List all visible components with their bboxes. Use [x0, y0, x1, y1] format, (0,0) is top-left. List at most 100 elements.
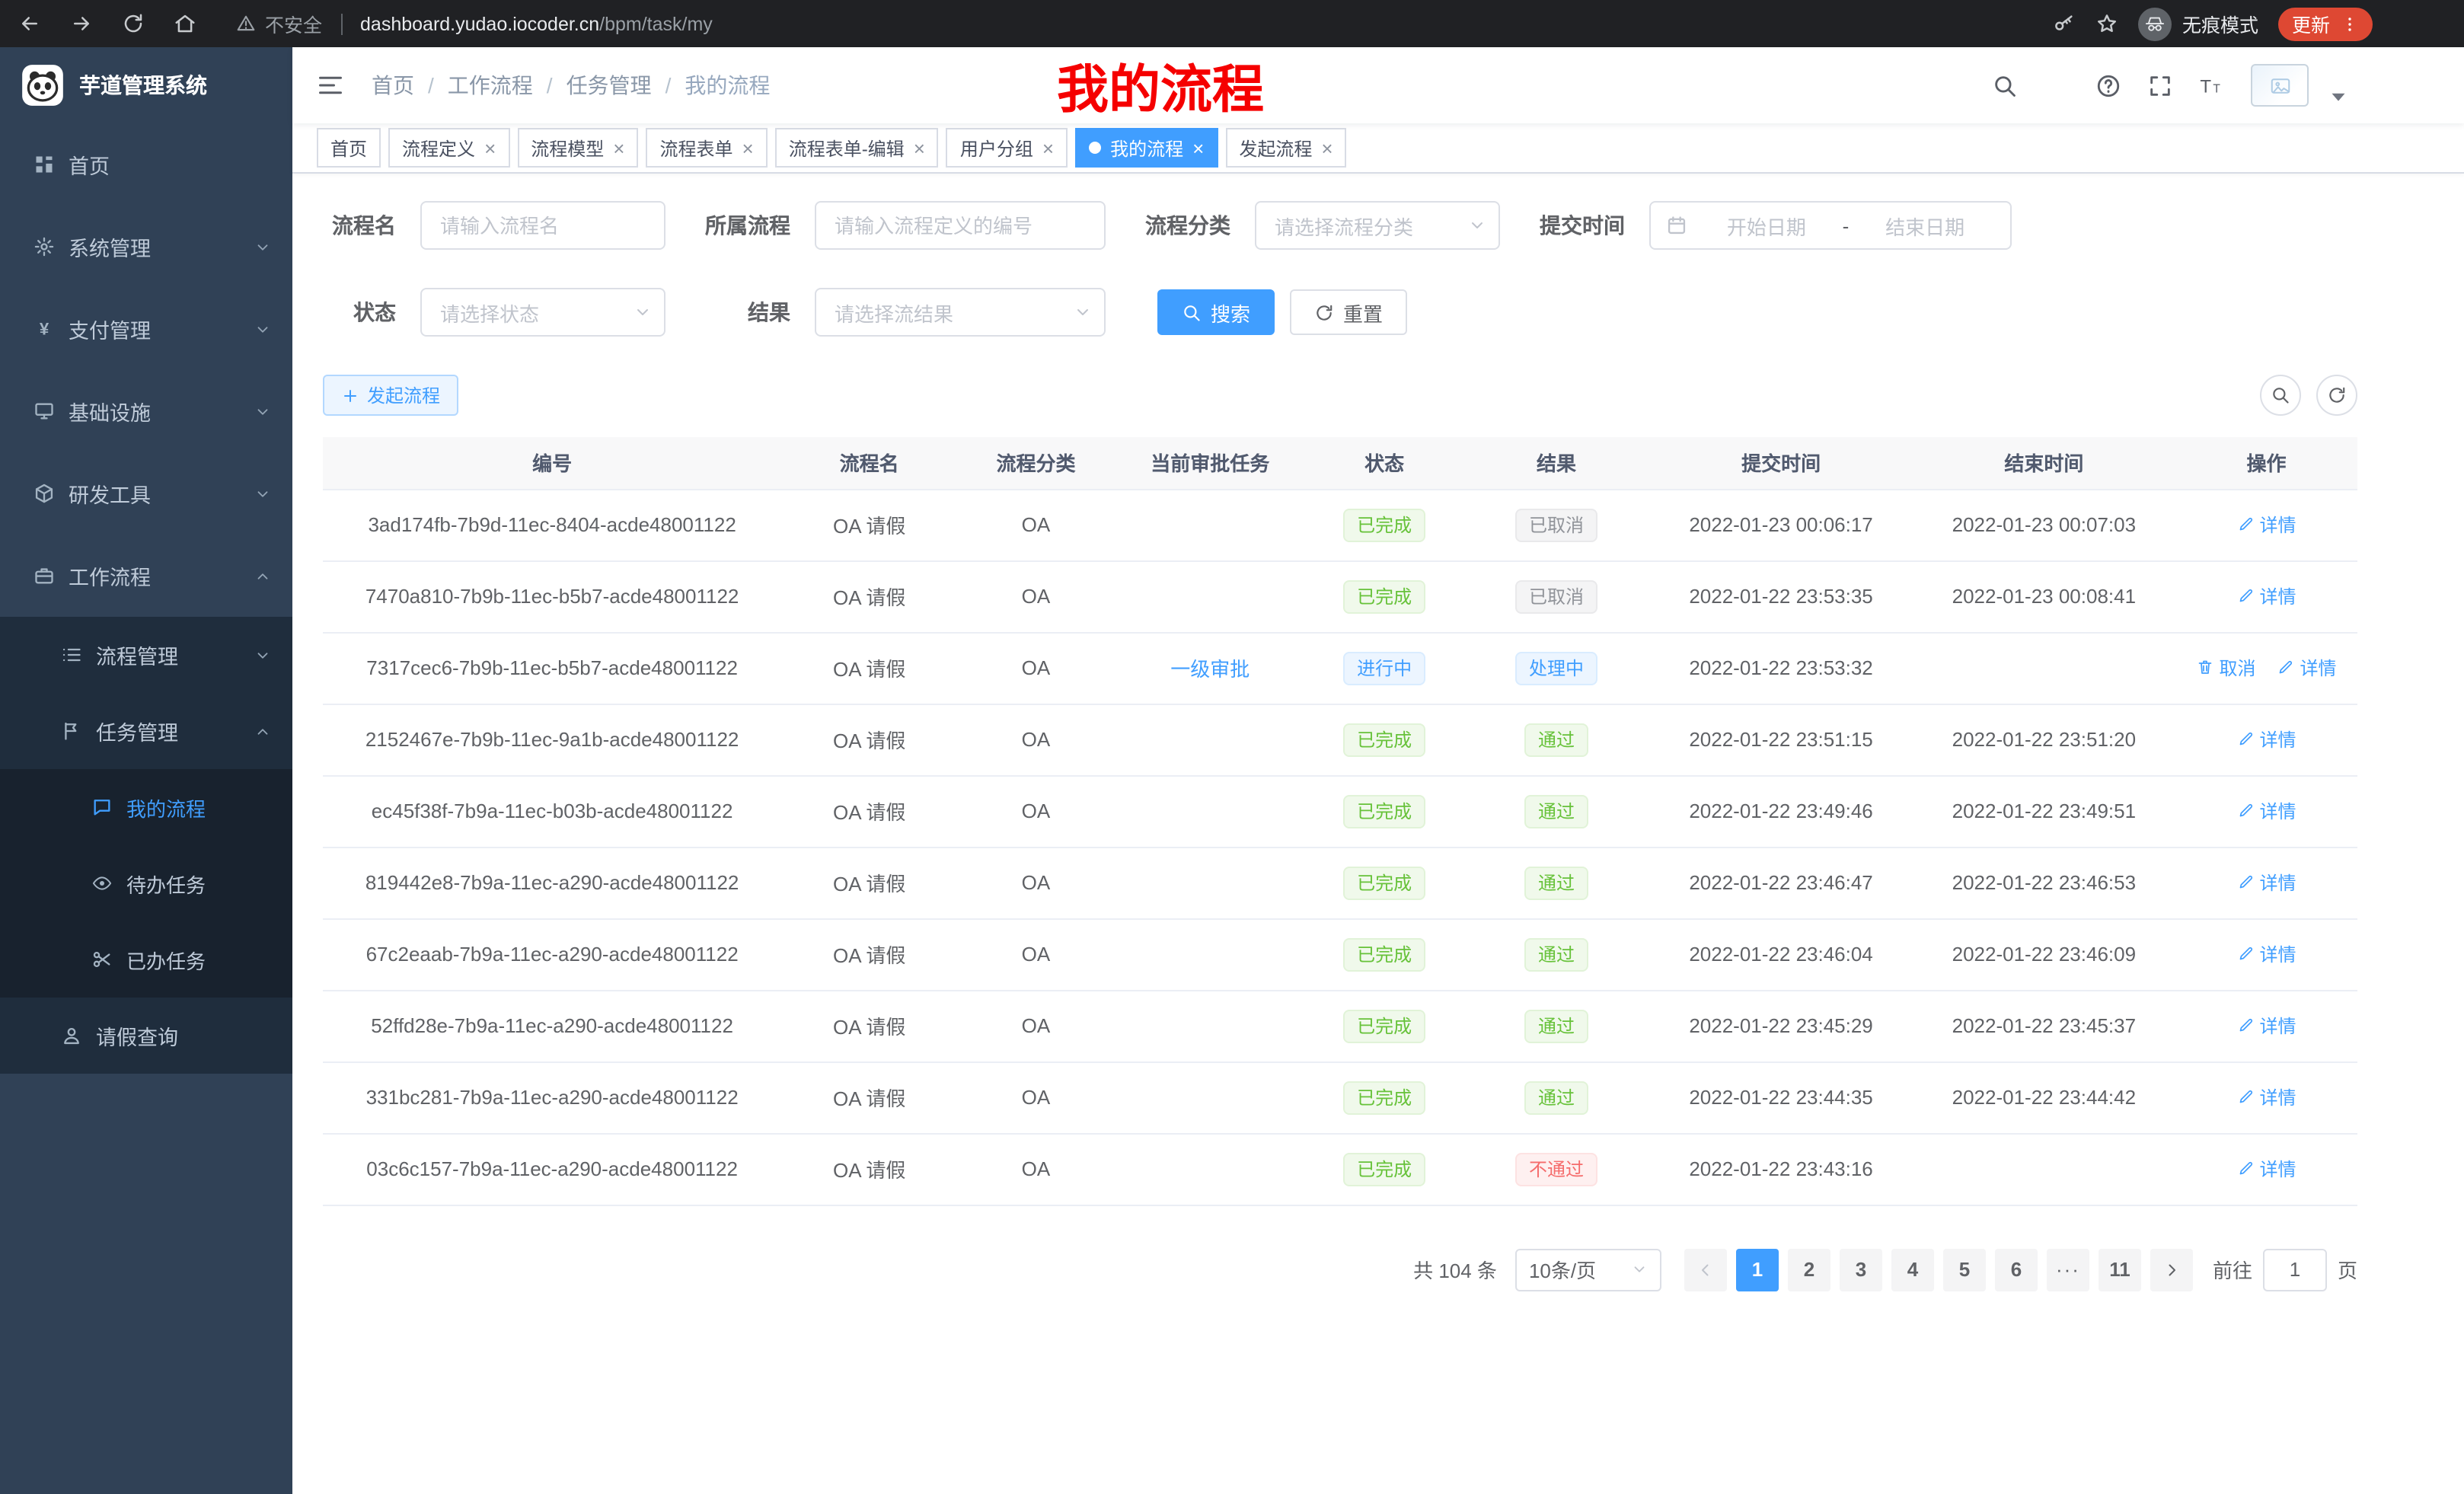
close-icon[interactable]: × [613, 138, 624, 158]
tab-发起流程[interactable]: 发起流程× [1225, 128, 1346, 168]
page-button-3[interactable]: 3 [1840, 1248, 1882, 1291]
hamburger-icon[interactable] [317, 72, 344, 99]
page-size-select[interactable]: 10条/页 [1515, 1248, 1661, 1291]
filter-label-status: 状态 [323, 297, 396, 327]
category-select[interactable]: 请选择流程分类 [1255, 201, 1500, 250]
sidebar-item-系统管理[interactable]: 系统管理 [0, 206, 292, 288]
close-icon[interactable]: × [914, 138, 925, 158]
help-icon[interactable] [2095, 72, 2121, 98]
result-select[interactable]: 请选择流结果 [815, 288, 1106, 337]
page-button-6[interactable]: 6 [1995, 1248, 2038, 1291]
avatar[interactable] [2251, 64, 2309, 107]
sidebar-item-已办任务[interactable]: 已办任务 [0, 921, 292, 998]
refresh-table-button[interactable] [2316, 375, 2357, 416]
end-date-placeholder[interactable]: 结束日期 [1855, 211, 1995, 240]
sidebar-item-我的流程[interactable]: 我的流程 [0, 769, 292, 845]
detail-link[interactable]: 详情 [2236, 583, 2296, 609]
cell-submit-time: 2022-01-22 23:45:29 [1649, 990, 1912, 1061]
reset-button[interactable]: 重置 [1290, 289, 1407, 335]
password-key-icon[interactable] [2053, 12, 2076, 35]
breadcrumb-item[interactable]: 任务管理 [567, 70, 652, 101]
cell-status: 已完成 [1306, 704, 1463, 775]
table-row: 7317cec6-7b9b-11ec-b5b7-acde48001122OA 请… [323, 632, 2357, 704]
cell-end-time: 2022-01-22 23:46:53 [1913, 847, 2175, 918]
caret-down-icon[interactable] [2325, 83, 2351, 109]
tab-用户分组[interactable]: 用户分组× [946, 128, 1068, 168]
status-select[interactable]: 请选择状态 [420, 288, 665, 337]
cell-actions: 详情 [2175, 704, 2357, 775]
toggle-search-button[interactable] [2260, 375, 2301, 416]
sidebar-item-请假查询[interactable]: 请假查询 [0, 998, 292, 1074]
create-process-button[interactable]: 发起流程 [323, 375, 458, 416]
sidebar-item-支付管理[interactable]: ¥支付管理 [0, 288, 292, 370]
detail-link[interactable]: 详情 [2236, 870, 2296, 895]
sidebar-item-任务管理[interactable]: 任务管理 [0, 693, 292, 769]
detail-link[interactable]: 详情 [2236, 798, 2296, 824]
close-icon[interactable]: × [742, 138, 754, 158]
edit-icon [2236, 516, 2255, 534]
menu-dots-icon[interactable] [2341, 14, 2359, 33]
close-icon[interactable]: × [1321, 138, 1333, 158]
logo[interactable]: 芋道管理系统 [0, 47, 292, 123]
detail-link[interactable]: 详情 [2277, 655, 2337, 681]
sidebar-item-首页[interactable]: 首页 [0, 123, 292, 206]
cell-result: 不通过 [1463, 1133, 1650, 1205]
cancel-link[interactable]: 取消 [2196, 655, 2255, 681]
cell-category: OA [957, 489, 1115, 560]
breadcrumb-item[interactable]: 首页 [372, 70, 414, 101]
forward-icon[interactable] [70, 12, 93, 35]
sidebar-item-工作流程[interactable]: 工作流程 [0, 535, 292, 617]
tab-流程模型[interactable]: 流程模型× [517, 128, 638, 168]
process-def-input[interactable] [815, 201, 1106, 250]
tab-首页[interactable]: 首页 [317, 128, 381, 168]
detail-link[interactable]: 详情 [2236, 1156, 2296, 1182]
breadcrumb-item[interactable]: 工作流程 [448, 70, 533, 101]
process-name-input[interactable] [420, 201, 665, 250]
column-header-状态: 状态 [1306, 437, 1463, 489]
column-header-流程分类: 流程分类 [957, 437, 1115, 489]
detail-link[interactable]: 详情 [2236, 1084, 2296, 1110]
home-icon[interactable] [174, 12, 196, 35]
tab-流程表单-编辑[interactable]: 流程表单-编辑× [775, 128, 939, 168]
page-button-11[interactable]: 11 [2099, 1248, 2141, 1291]
page-button-2[interactable]: 2 [1788, 1248, 1830, 1291]
page-ellipsis[interactable]: ··· [2047, 1248, 2089, 1291]
detail-link[interactable]: 详情 [2236, 726, 2296, 752]
tab-流程定义[interactable]: 流程定义× [388, 128, 509, 168]
close-icon[interactable]: × [1042, 138, 1054, 158]
jump-page-input[interactable] [2263, 1248, 2327, 1291]
address-bar[interactable]: 不安全 dashboard.yudao.iocoder.cn/bpm/task/… [236, 9, 2053, 38]
close-icon[interactable]: × [484, 138, 496, 158]
reload-icon[interactable] [122, 12, 145, 35]
sidebar-item-研发工具[interactable]: 研发工具 [0, 452, 292, 535]
cell-status: 已完成 [1306, 560, 1463, 632]
tab-我的流程[interactable]: 我的流程× [1075, 128, 1218, 168]
detail-link[interactable]: 详情 [2236, 512, 2296, 538]
start-date-placeholder[interactable]: 开始日期 [1696, 211, 1837, 240]
search-button[interactable]: 搜索 [1157, 289, 1275, 335]
next-page-button[interactable] [2150, 1248, 2193, 1291]
github-icon[interactable] [2044, 72, 2070, 98]
update-button[interactable]: 更新 [2278, 7, 2373, 40]
page-button-5[interactable]: 5 [1943, 1248, 1986, 1291]
tab-流程表单[interactable]: 流程表单× [646, 128, 767, 168]
bookmark-star-icon[interactable] [2095, 12, 2118, 35]
cell-end-time: 2022-01-22 23:49:51 [1913, 775, 2175, 847]
edit-icon [2236, 945, 2255, 963]
fullscreen-icon[interactable] [2147, 72, 2173, 98]
back-icon[interactable] [18, 12, 41, 35]
cell-status: 已完成 [1306, 1061, 1463, 1133]
page-button-1[interactable]: 1 [1736, 1248, 1779, 1291]
sidebar-item-流程管理[interactable]: 流程管理 [0, 617, 292, 693]
detail-link[interactable]: 详情 [2236, 1013, 2296, 1039]
search-icon[interactable] [1992, 72, 2018, 98]
prev-page-button[interactable] [1684, 1248, 1727, 1291]
task-link[interactable]: 一级审批 [1170, 658, 1250, 681]
page-button-4[interactable]: 4 [1891, 1248, 1934, 1291]
close-icon[interactable]: × [1192, 138, 1204, 158]
font-size-icon[interactable]: TT [2199, 72, 2225, 98]
sidebar-item-待办任务[interactable]: 待办任务 [0, 845, 292, 921]
submit-time-range[interactable]: 开始日期 - 结束日期 [1649, 201, 2012, 250]
sidebar-item-基础设施[interactable]: 基础设施 [0, 370, 292, 452]
detail-link[interactable]: 详情 [2236, 941, 2296, 967]
